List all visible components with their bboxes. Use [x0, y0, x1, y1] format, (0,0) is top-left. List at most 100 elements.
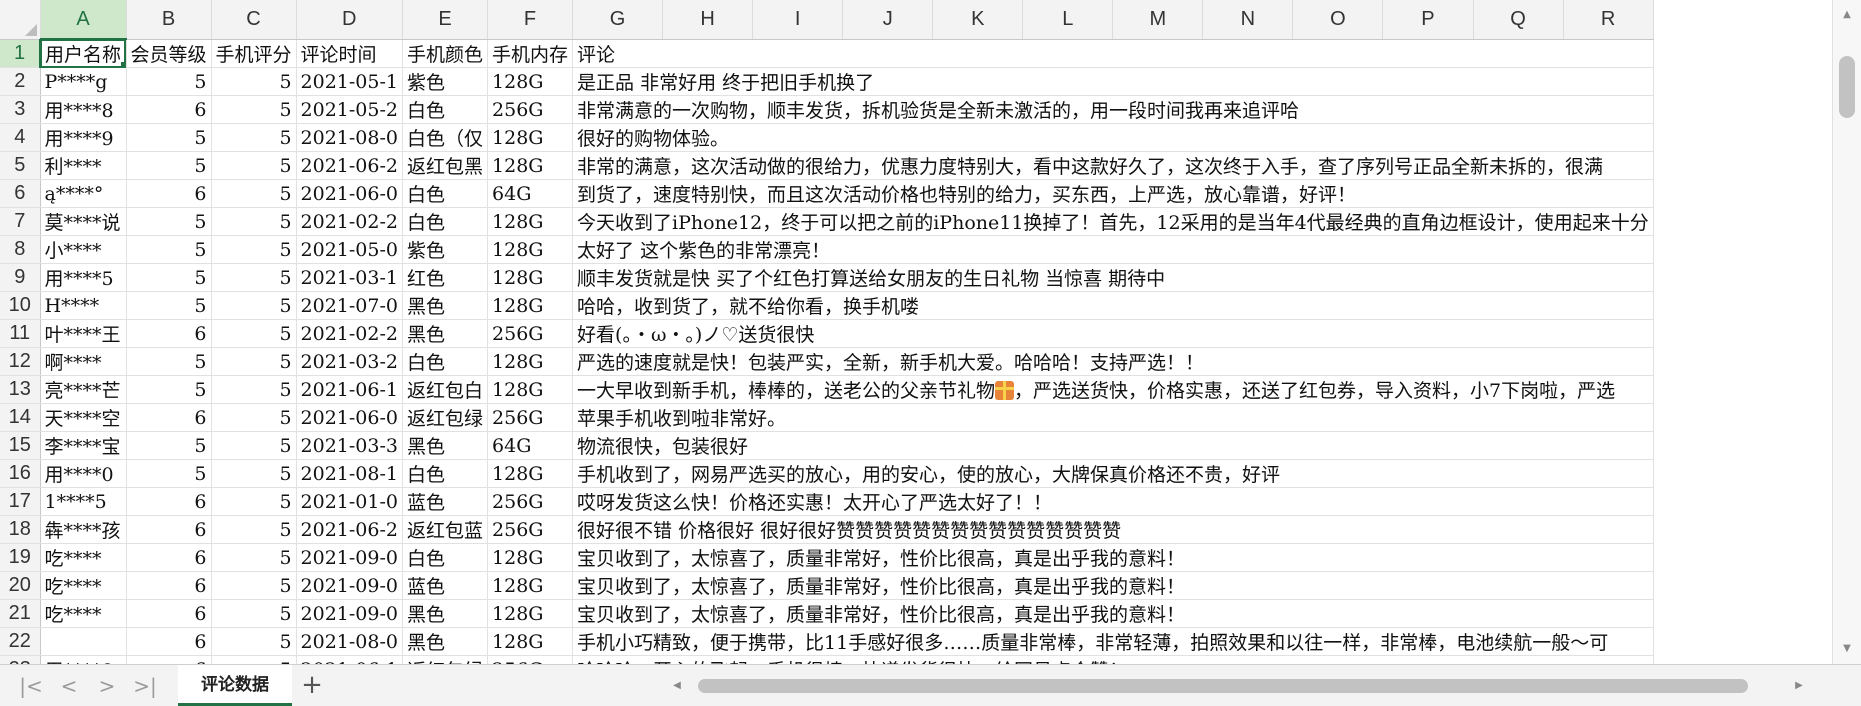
cell-phone-color[interactable]: 黑色	[402, 291, 489, 320]
cell-phone-rating[interactable]: 5	[211, 487, 297, 516]
scroll-up-arrow-icon[interactable]: ▲	[1833, 0, 1861, 30]
cell-phone-color[interactable]: 蓝色	[402, 571, 489, 600]
cell-review-time[interactable]: 2021-09-0	[296, 599, 404, 628]
cell-member-level[interactable]: 5	[126, 263, 212, 292]
cell-member-level[interactable]: 6	[126, 571, 212, 600]
column-header-k[interactable]: K	[932, 0, 1024, 40]
cell-review[interactable]: 物流很快，包装很好	[572, 431, 1654, 460]
header-cell-review[interactable]: 评论	[572, 39, 1654, 68]
cell-review-time[interactable]: 2021-02-2	[296, 319, 404, 348]
cell-review-time[interactable]: 2021-05-2	[296, 95, 404, 124]
cell-review-time[interactable]: 2021-05-0	[296, 235, 404, 264]
cell-review-time[interactable]: 2021-08-0	[296, 627, 404, 656]
cell-review[interactable]: 很好很不错 价格很好 很好很好赞赞赞赞赞赞赞赞赞赞赞赞赞赞赞	[572, 515, 1654, 544]
row-header[interactable]: 23	[0, 655, 41, 664]
cell-review[interactable]: 哈哈，收到货了，就不给你看，换手机喽	[572, 291, 1654, 320]
cell-phone-storage[interactable]: 128G	[487, 235, 574, 264]
cell-phone-color[interactable]: 白色	[402, 207, 489, 236]
cell-review-time[interactable]: 2021-06-0	[296, 179, 404, 208]
row-header[interactable]: 4	[0, 123, 41, 152]
cell-review-time[interactable]: 2021-03-3	[296, 431, 404, 460]
cell-phone-rating[interactable]: 5	[211, 151, 297, 180]
first-sheet-icon[interactable]: |<	[18, 673, 44, 699]
cell-phone-rating[interactable]: 5	[211, 235, 297, 264]
cell-user-name[interactable]: 啊****	[40, 347, 127, 376]
cell-phone-storage[interactable]: 64G	[487, 179, 574, 208]
cell-phone-rating[interactable]: 5	[211, 347, 297, 376]
column-header-a[interactable]: A	[40, 0, 127, 40]
cell-phone-color[interactable]: 返红包绿	[402, 655, 489, 664]
row-header[interactable]: 5	[0, 151, 41, 180]
row-header[interactable]: 18	[0, 515, 41, 544]
cell-member-level[interactable]: 6	[126, 95, 212, 124]
cell-phone-color[interactable]: 返红包白	[402, 375, 489, 404]
column-header-g[interactable]: G	[572, 0, 664, 40]
cell-user-name[interactable]: 1****5	[40, 487, 127, 516]
column-header-c[interactable]: C	[211, 0, 297, 40]
cell-member-level[interactable]: 6	[126, 179, 212, 208]
cell-member-level[interactable]: 5	[126, 431, 212, 460]
row-header[interactable]: 22	[0, 627, 41, 656]
cell-user-name[interactable]	[40, 627, 127, 656]
cell-review-time[interactable]: 2021-09-0	[296, 543, 404, 572]
cell-phone-storage[interactable]: 256G	[487, 487, 574, 516]
cell-review[interactable]: 是正品 非常好用 终于把旧手机换了	[572, 67, 1654, 96]
cell-member-level[interactable]: 5	[126, 235, 212, 264]
cell-phone-rating[interactable]: 5	[211, 67, 297, 96]
scroll-down-arrow-icon[interactable]: ▼	[1833, 634, 1861, 664]
cell-user-name[interactable]: 小****	[40, 235, 127, 264]
row-header[interactable]: 12	[0, 347, 41, 376]
row-header[interactable]: 14	[0, 403, 41, 432]
cell-review-time[interactable]: 2021-06-1	[296, 655, 404, 664]
cell-member-level[interactable]: 6	[126, 599, 212, 628]
cell-user-name[interactable]: 用****9	[40, 123, 127, 152]
cell-review-time[interactable]: 2021-08-0	[296, 123, 404, 152]
cell-user-name[interactable]: 叶****王	[40, 319, 127, 348]
vertical-scrollbar[interactable]: ▲ ▼	[1832, 0, 1861, 664]
cell-user-name[interactable]: 吃****	[40, 599, 127, 628]
cell-phone-color[interactable]: 紫色	[402, 235, 489, 264]
cell-phone-storage[interactable]: 128G	[487, 207, 574, 236]
cell-phone-color[interactable]: 红色	[402, 263, 489, 292]
next-sheet-icon[interactable]: >	[94, 673, 120, 699]
row-header[interactable]: 19	[0, 543, 41, 572]
cell-phone-rating[interactable]: 5	[211, 95, 297, 124]
row-header[interactable]: 20	[0, 571, 41, 600]
cell-phone-storage[interactable]: 256G	[487, 515, 574, 544]
scroll-left-arrow-icon[interactable]: ◀	[664, 673, 690, 699]
header-cell-phone-color[interactable]: 手机颜色	[402, 39, 489, 68]
cell-member-level[interactable]: 5	[126, 375, 212, 404]
cell-phone-storage[interactable]: 128G	[487, 151, 574, 180]
row-header[interactable]: 17	[0, 487, 41, 516]
cell-phone-rating[interactable]: 5	[211, 431, 297, 460]
cell-phone-rating[interactable]: 5	[211, 403, 297, 432]
cell-review-time[interactable]: 2021-07-0	[296, 291, 404, 320]
cell-review[interactable]: 顺丰发货就是快 买了个红色打算送给女朋友的生日礼物 当惊喜 期待中	[572, 263, 1654, 292]
cell-review[interactable]: 手机小巧精致，便于携带，比11手感好很多……质量非常棒，非常轻薄，拍照效果和以往…	[572, 627, 1654, 656]
cell-phone-rating[interactable]: 5	[211, 319, 297, 348]
cell-phone-color[interactable]: 黑色	[402, 431, 489, 460]
cell-phone-storage[interactable]: 256G	[487, 403, 574, 432]
cell-review[interactable]: 好看(。・ω・。)ノ♡送货很快	[572, 319, 1654, 348]
cell-user-name[interactable]: 用****0	[40, 459, 127, 488]
cell-member-level[interactable]: 5	[126, 291, 212, 320]
cell-member-level[interactable]: 5	[126, 347, 212, 376]
cell-phone-color[interactable]: 白色	[402, 347, 489, 376]
header-cell-phone-storage[interactable]: 手机内存	[487, 39, 574, 68]
column-header-h[interactable]: H	[662, 0, 754, 40]
horizontal-scroll-thumb[interactable]	[698, 679, 1748, 693]
column-header-n[interactable]: N	[1202, 0, 1294, 40]
row-header[interactable]: 3	[0, 95, 41, 124]
cell-review-time[interactable]: 2021-03-1	[296, 263, 404, 292]
row-header[interactable]: 15	[0, 431, 41, 460]
cell-member-level[interactable]: 5	[126, 207, 212, 236]
column-header-m[interactable]: M	[1112, 0, 1204, 40]
cell-member-level[interactable]: 6	[126, 627, 212, 656]
cell-user-name[interactable]: P****g	[40, 67, 127, 96]
cell-member-level[interactable]: 5	[126, 151, 212, 180]
cell-user-name[interactable]: 吃****	[40, 571, 127, 600]
column-header-q[interactable]: Q	[1473, 0, 1564, 40]
cell-review[interactable]: 到货了，速度特别快，而且这次活动价格也特别的给力，买东西，上严选，放心靠谱，好评…	[572, 179, 1654, 208]
cell-review-time[interactable]: 2021-03-2	[296, 347, 404, 376]
cell-review-time[interactable]: 2021-06-2	[296, 515, 404, 544]
